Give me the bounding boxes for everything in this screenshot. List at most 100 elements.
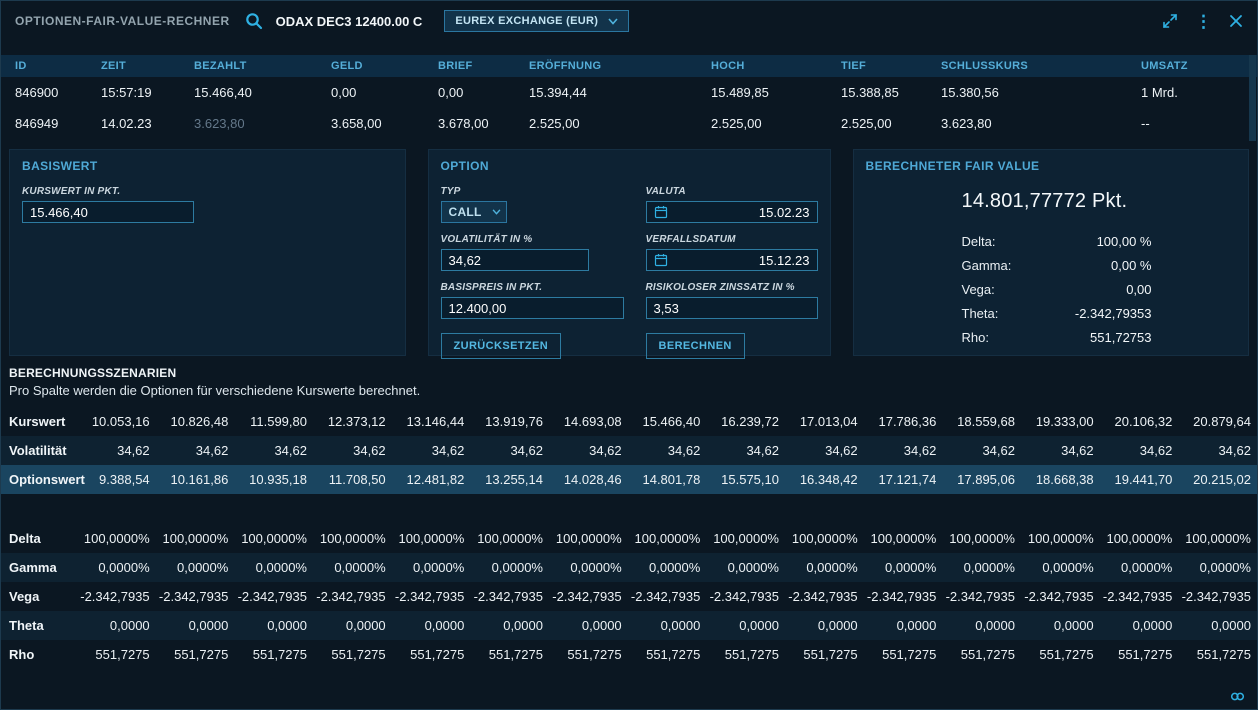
- scenario-cell: 100,0000%: [1178, 531, 1257, 546]
- scenario-cell: 100,0000%: [392, 531, 471, 546]
- scenario-cell: 0,0000: [549, 618, 628, 633]
- valuta-label: VALUTA: [646, 186, 818, 197]
- volatilitaet-label: VOLATILITÄT IN %: [441, 234, 624, 245]
- zinssatz-field: RISIKOLOSER ZINSSATZ IN %: [646, 282, 818, 319]
- search-icon[interactable]: [244, 11, 264, 31]
- scenario-cell: 551,7275: [234, 647, 313, 662]
- calendar-icon: [654, 253, 668, 267]
- scenario-cell: 0,0000%: [156, 560, 235, 575]
- scenario-cell: 34,62: [392, 443, 471, 458]
- basiswert-panel-body: KURSWERT IN PKT.: [10, 180, 405, 229]
- link-channel-icon[interactable]: [1230, 691, 1245, 702]
- scenario-cell: 16.348,42: [785, 472, 864, 487]
- exchange-select[interactable]: EUREX EXCHANGE (EUR): [444, 10, 629, 32]
- greek-value: 0,00: [1126, 282, 1151, 297]
- scenario-cell: 13.146,44: [392, 414, 471, 429]
- app-title: OPTIONEN-FAIR-VALUE-RECHNER: [15, 14, 230, 28]
- quote-cell: 2.525,00: [841, 116, 941, 131]
- greek-row: Theta:-2.342,79353: [962, 301, 1152, 325]
- quote-column-header[interactable]: TIEF: [841, 60, 941, 72]
- scenario-cell: 551,7275: [628, 647, 707, 662]
- instrument-label[interactable]: ODAX DEC3 12400.00 C: [276, 14, 423, 29]
- scenario-cell: 0,0000%: [1021, 560, 1100, 575]
- greek-label: Gamma:: [962, 258, 1012, 273]
- verfallsdatum-field: VERFALLSDATUM 15.12.23: [646, 234, 818, 271]
- scenario-cell: 100,0000%: [156, 531, 235, 546]
- quote-column-header[interactable]: BRIEF: [438, 60, 529, 72]
- scenario-cell: 0,0000: [942, 618, 1021, 633]
- scenario-cell: 34,62: [156, 443, 235, 458]
- quote-column-header[interactable]: GELD: [331, 60, 438, 72]
- kurswert-input[interactable]: [22, 201, 194, 223]
- scenario-row: Rho551,7275551,7275551,7275551,7275551,7…: [1, 640, 1257, 669]
- basispreis-input[interactable]: [441, 297, 624, 319]
- scenario-cell: 34,62: [313, 443, 392, 458]
- scenario-row-label: Rho: [1, 647, 77, 662]
- scenario-group: Kurswert10.053,1610.826,4811.599,8012.37…: [1, 407, 1257, 494]
- quote-cell: 15:57:19: [101, 85, 194, 100]
- quote-row[interactable]: 84694914.02.233.623,803.658,003.678,002.…: [1, 108, 1257, 139]
- quote-column-header[interactable]: BEZAHLT: [194, 60, 331, 72]
- quote-cell: 2.525,00: [711, 116, 841, 131]
- scenario-cell: 34,62: [77, 443, 156, 458]
- quote-table-header: IDZEITBEZAHLTGELDBRIEFERÖFFNUNGHOCHTIEFS…: [1, 55, 1257, 77]
- scenario-cell: 0,0000%: [942, 560, 1021, 575]
- scenario-cell: 0,0000%: [549, 560, 628, 575]
- scenario-cell: 10.826,48: [156, 414, 235, 429]
- calculate-button[interactable]: BERECHNEN: [646, 333, 745, 359]
- quote-column-header[interactable]: SCHLUSSKURS: [941, 60, 1141, 72]
- quote-row[interactable]: 84690015:57:1915.466,400,000,0015.394,44…: [1, 77, 1257, 108]
- quote-column-header[interactable]: ZEIT: [101, 60, 194, 72]
- typ-select[interactable]: CALL: [441, 201, 507, 223]
- scenario-row-label: Optionswert: [1, 472, 77, 487]
- quote-cell: 2.525,00: [529, 116, 711, 131]
- quote-table-scrollbar[interactable]: [1249, 55, 1256, 141]
- scenario-cell: 100,0000%: [234, 531, 313, 546]
- scenario-cell: 551,7275: [392, 647, 471, 662]
- scenario-row: Delta100,0000%100,0000%100,0000%100,0000…: [1, 524, 1257, 553]
- quote-column-header[interactable]: ID: [15, 60, 101, 72]
- reset-button-cell: ZURÜCKSETZEN: [441, 330, 624, 359]
- valuta-value: 15.02.23: [759, 205, 810, 220]
- scenario-cell: 14.801,78: [628, 472, 707, 487]
- scenario-cell: 34,62: [1100, 443, 1179, 458]
- scenario-row: Gamma0,0000%0,0000%0,0000%0,0000%0,0000%…: [1, 553, 1257, 582]
- scenario-cell: 0,0000: [1178, 618, 1257, 633]
- scenario-cell: -2.342,7935: [942, 589, 1021, 604]
- expand-icon[interactable]: [1162, 13, 1178, 29]
- scenario-cell: 34,62: [1021, 443, 1100, 458]
- quote-column-header[interactable]: ERÖFFNUNG: [529, 60, 711, 72]
- scenario-cell: -2.342,7935: [77, 589, 156, 604]
- scenario-cell: 34,62: [942, 443, 1021, 458]
- zinssatz-input[interactable]: [646, 297, 818, 319]
- quote-cell: 0,00: [438, 85, 529, 100]
- scenario-cell: -2.342,7935: [1021, 589, 1100, 604]
- close-icon[interactable]: [1229, 14, 1243, 28]
- scenario-cell: 34,62: [470, 443, 549, 458]
- kurswert-label: KURSWERT IN PKT.: [22, 186, 393, 197]
- scenario-cell: 551,7275: [549, 647, 628, 662]
- quote-column-header[interactable]: UMSATZ: [1141, 60, 1249, 72]
- option-panel-body: TYP CALL VALUTA: [429, 180, 830, 365]
- scenario-cell: 20.879,64: [1178, 414, 1257, 429]
- scenario-cell: 15.466,40: [628, 414, 707, 429]
- scenario-row: Volatilität34,6234,6234,6234,6234,6234,6…: [1, 436, 1257, 465]
- reset-button[interactable]: ZURÜCKSETZEN: [441, 333, 562, 359]
- scenarios-section: BERECHNUNGSSZENARIEN Pro Spalte werden d…: [1, 356, 1257, 669]
- valuta-date-input[interactable]: 15.02.23: [646, 201, 818, 223]
- quote-column-header[interactable]: HOCH: [711, 60, 841, 72]
- scenario-cell: 14.028,46: [549, 472, 628, 487]
- scenario-cell: 0,0000: [785, 618, 864, 633]
- verfallsdatum-date-input[interactable]: 15.12.23: [646, 249, 818, 271]
- scenario-row-label: Theta: [1, 618, 77, 633]
- volatilitaet-input[interactable]: [441, 249, 589, 271]
- fair-value-result: 14.801,77772 Pkt.: [962, 190, 1237, 213]
- scenario-row-label: Gamma: [1, 560, 77, 575]
- volatilitaet-field: VOLATILITÄT IN %: [441, 234, 624, 271]
- scenario-cell: -2.342,7935: [1178, 589, 1257, 604]
- greek-label: Vega:: [962, 282, 995, 297]
- scenario-cell: -2.342,7935: [156, 589, 235, 604]
- scenario-cell: 551,7275: [1021, 647, 1100, 662]
- zinssatz-label: RISIKOLOSER ZINSSATZ IN %: [646, 282, 818, 293]
- kebab-menu-icon[interactable]: ⋮: [1195, 13, 1212, 30]
